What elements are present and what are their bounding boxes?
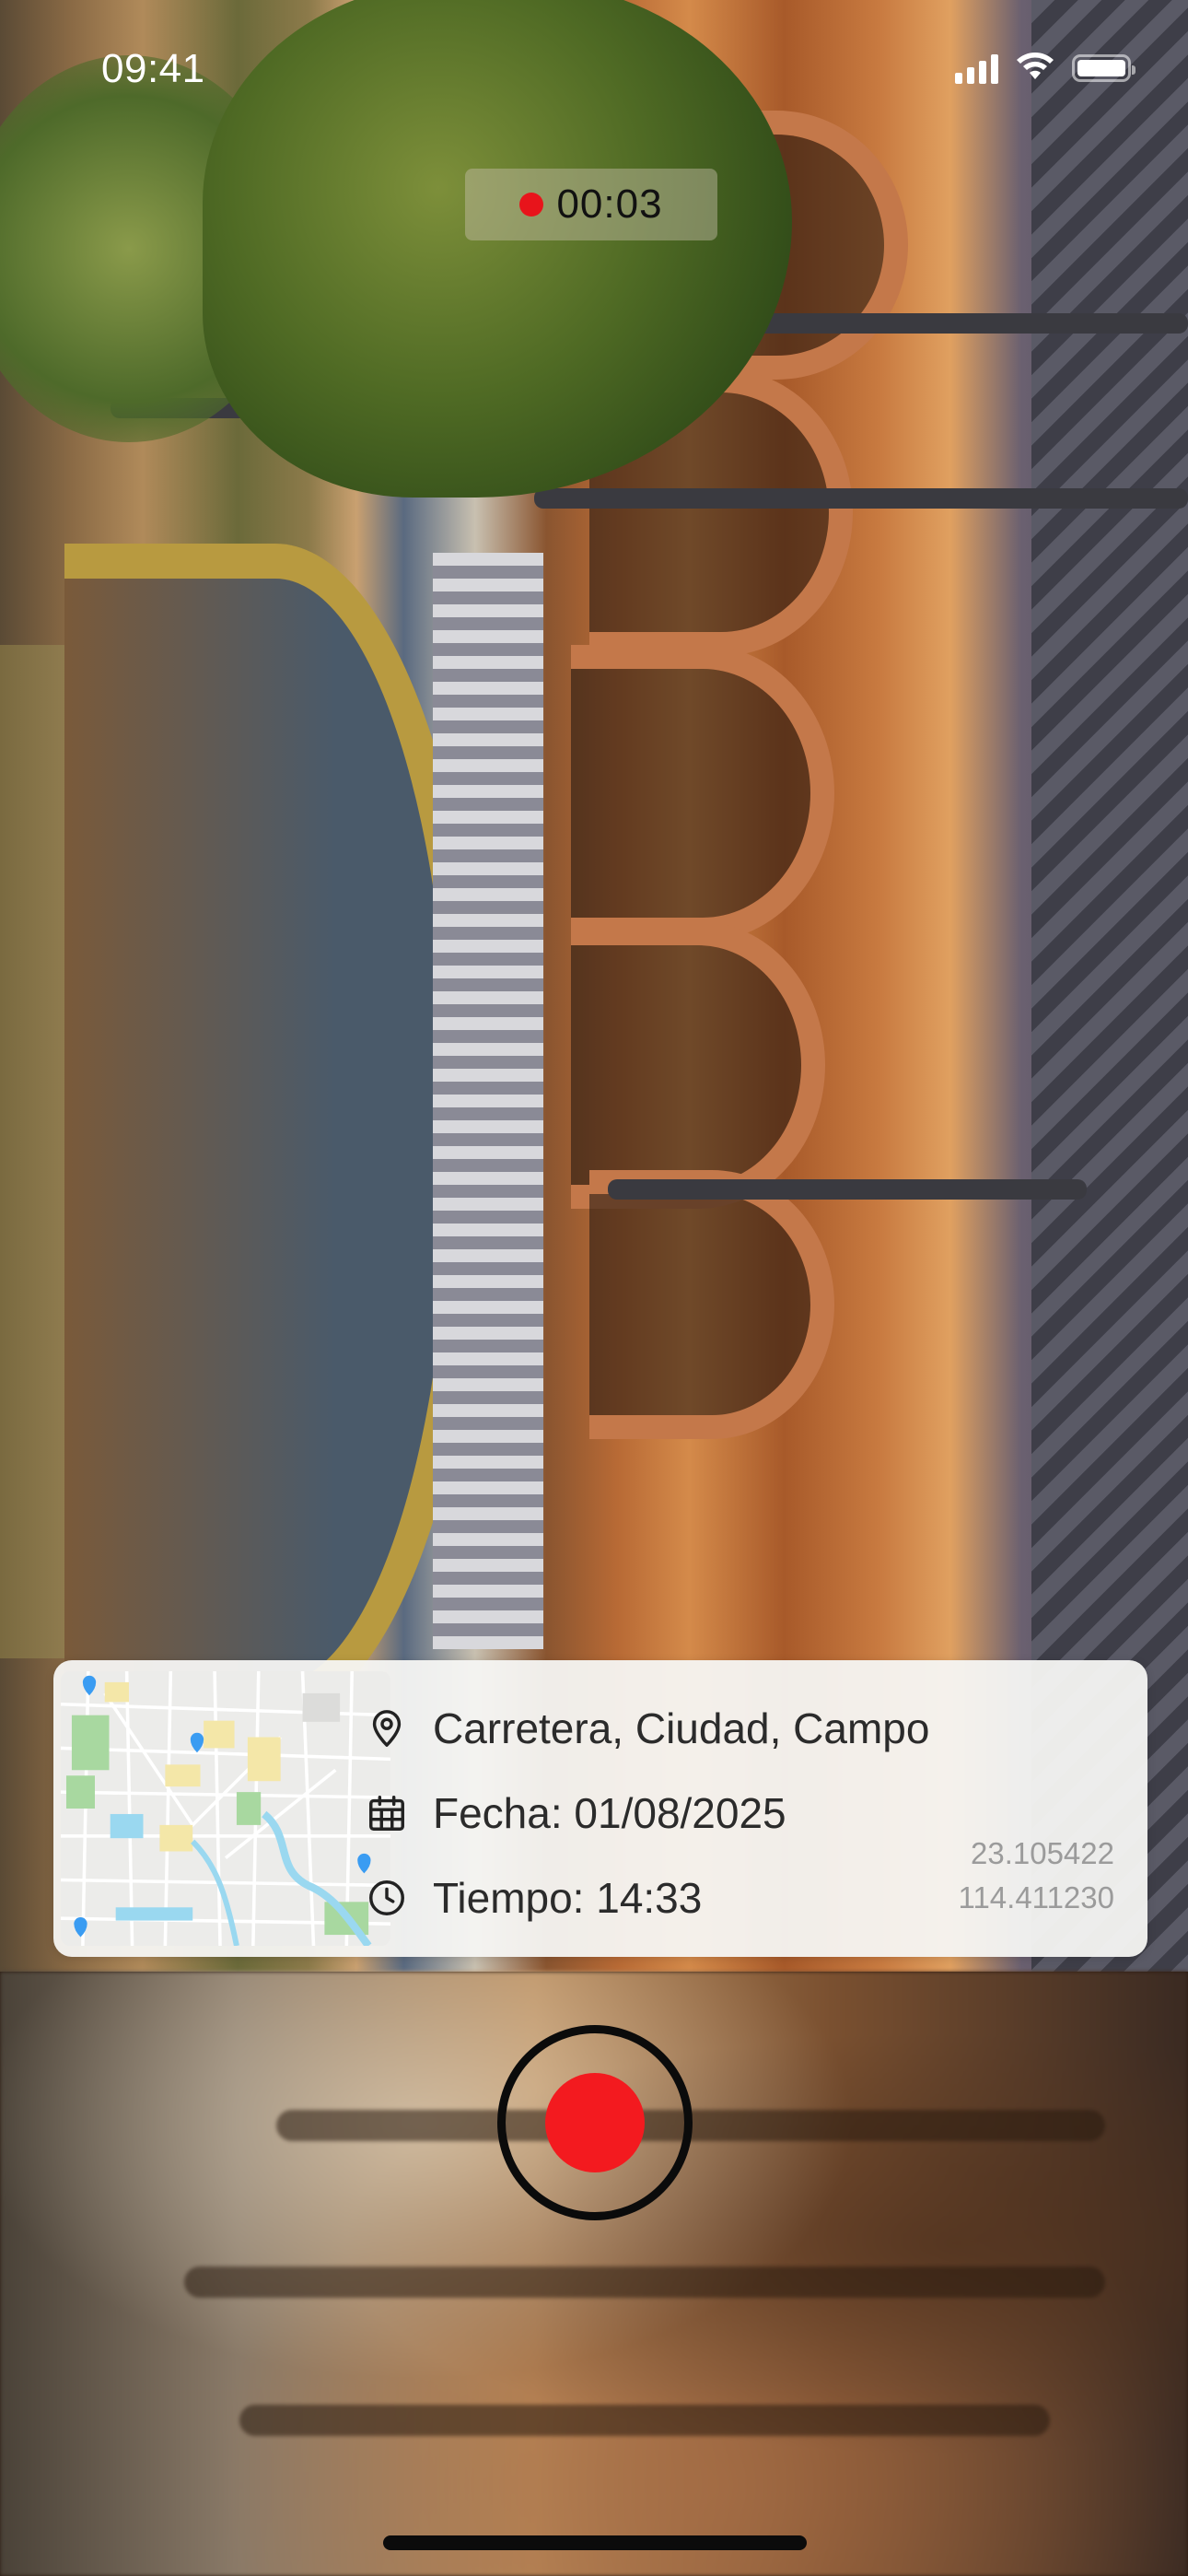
location-pin-icon bbox=[365, 1706, 409, 1751]
viewfinder-photo-balustrade bbox=[433, 553, 543, 1649]
viewfinder-photo-arch bbox=[589, 1170, 834, 1439]
battery-icon bbox=[1072, 53, 1136, 82]
blur-stripe bbox=[184, 2266, 1105, 2298]
date-row: Fecha: 01/08/2025 bbox=[365, 1771, 929, 1856]
location-info-card[interactable]: Carretera, Ciudad, Campo Fecha: 01/08/20… bbox=[53, 1660, 1147, 1957]
time-text: Tiempo: 14:33 bbox=[433, 1874, 703, 1922]
map-icon bbox=[61, 1671, 390, 1946]
recording-time: 00:03 bbox=[556, 181, 663, 227]
time-row: Tiempo: 14:33 bbox=[365, 1856, 929, 1940]
wifi-icon bbox=[1015, 50, 1055, 86]
status-bar-time: 09:41 bbox=[101, 46, 205, 91]
location-details: Carretera, Ciudad, Campo Fecha: 01/08/20… bbox=[365, 1686, 929, 1940]
cellular-signal-icon bbox=[955, 53, 998, 84]
record-button[interactable] bbox=[497, 2025, 693, 2220]
record-icon bbox=[545, 2073, 645, 2172]
address-row: Carretera, Ciudad, Campo bbox=[365, 1686, 929, 1771]
viewfinder-photo-bridge bbox=[64, 544, 486, 1719]
home-indicator[interactable] bbox=[383, 2535, 807, 2550]
date-text: Fecha: 01/08/2025 bbox=[433, 1789, 786, 1837]
address-text: Carretera, Ciudad, Campo bbox=[433, 1704, 930, 1752]
longitude-text: 114.411230 bbox=[958, 1880, 1114, 1914]
recording-timer: 00:03 bbox=[465, 169, 717, 240]
viewfinder-photo-lamppost bbox=[608, 1179, 1087, 1200]
clock-icon bbox=[365, 1876, 409, 1920]
recording-dot-icon bbox=[519, 193, 544, 217]
gps-coordinates: 23.105422 114.411230 bbox=[959, 1832, 1114, 1920]
calendar-icon bbox=[365, 1791, 409, 1835]
map-thumbnail[interactable] bbox=[61, 1671, 390, 1946]
viewfinder-photo-arch bbox=[571, 645, 834, 942]
status-bar-icons bbox=[955, 50, 1136, 86]
latitude-text: 23.105422 bbox=[971, 1836, 1114, 1870]
blur-stripe bbox=[239, 2405, 1050, 2436]
viewfinder-photo-arch bbox=[571, 921, 825, 1209]
viewfinder-photo-lamppost bbox=[534, 488, 1188, 509]
